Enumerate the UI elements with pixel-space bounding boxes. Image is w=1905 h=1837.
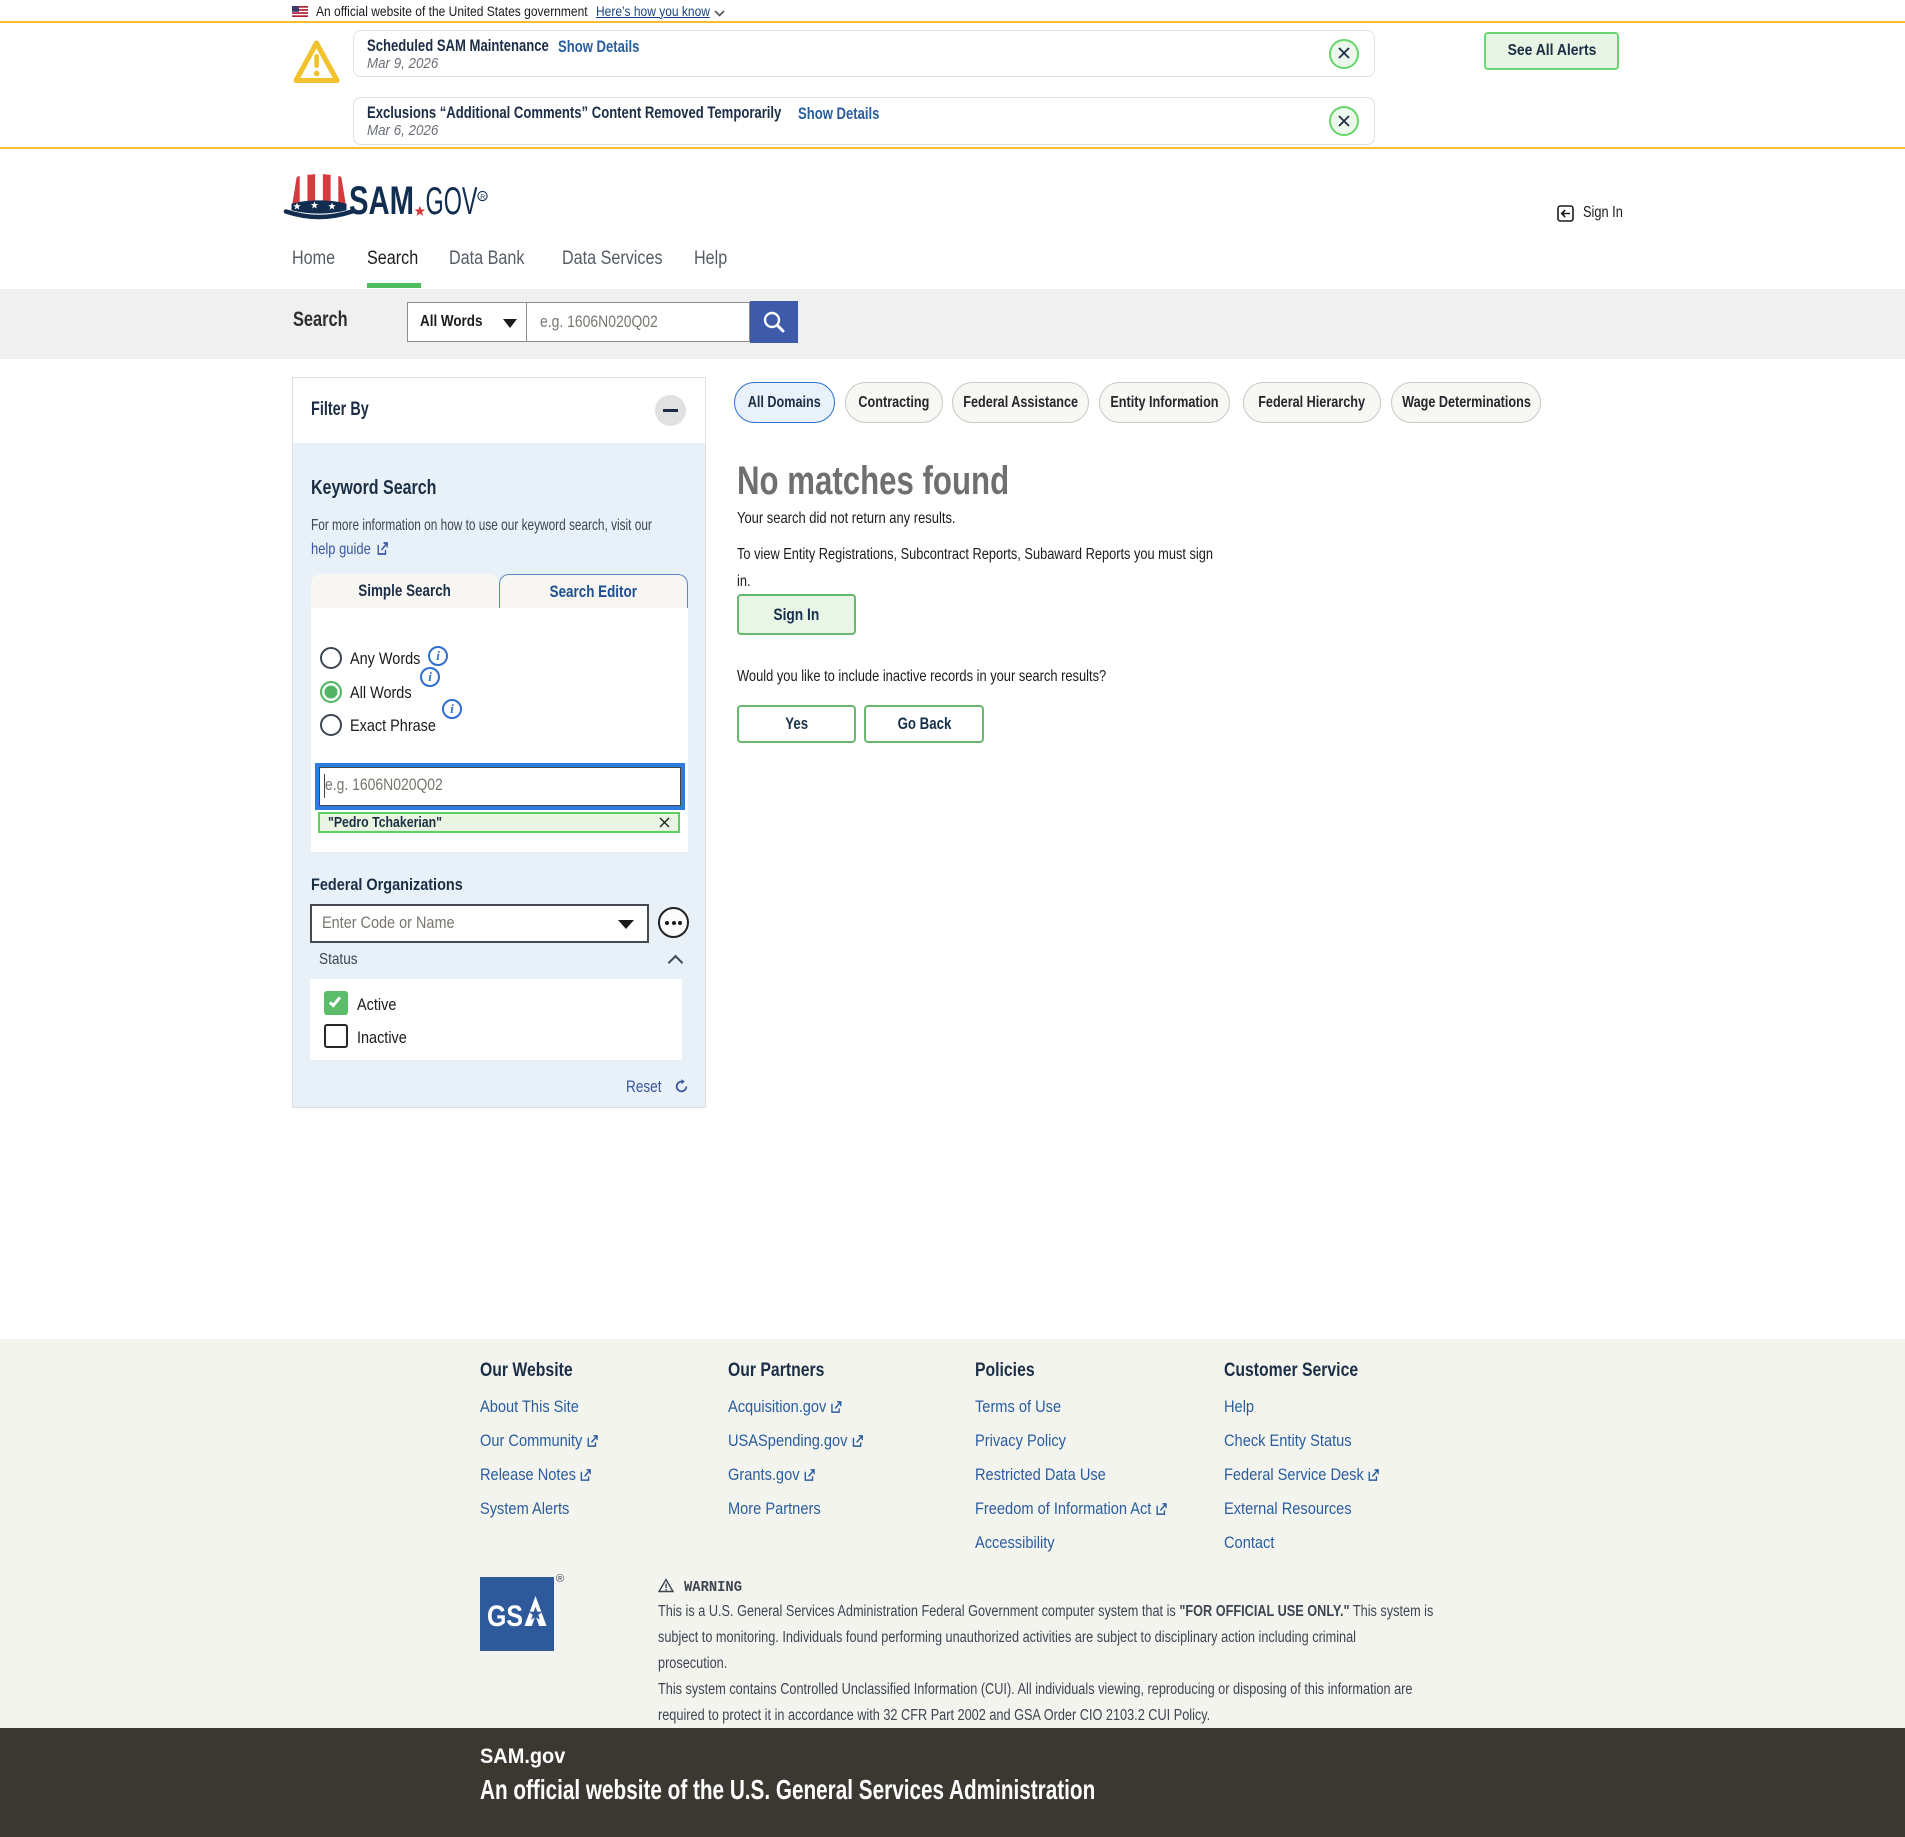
svg-text:SAM: SAM	[349, 179, 414, 222]
svg-text:GOV: GOV	[426, 180, 478, 222]
svg-text:GS: GS	[487, 1600, 523, 1633]
svg-text:R: R	[480, 194, 485, 201]
